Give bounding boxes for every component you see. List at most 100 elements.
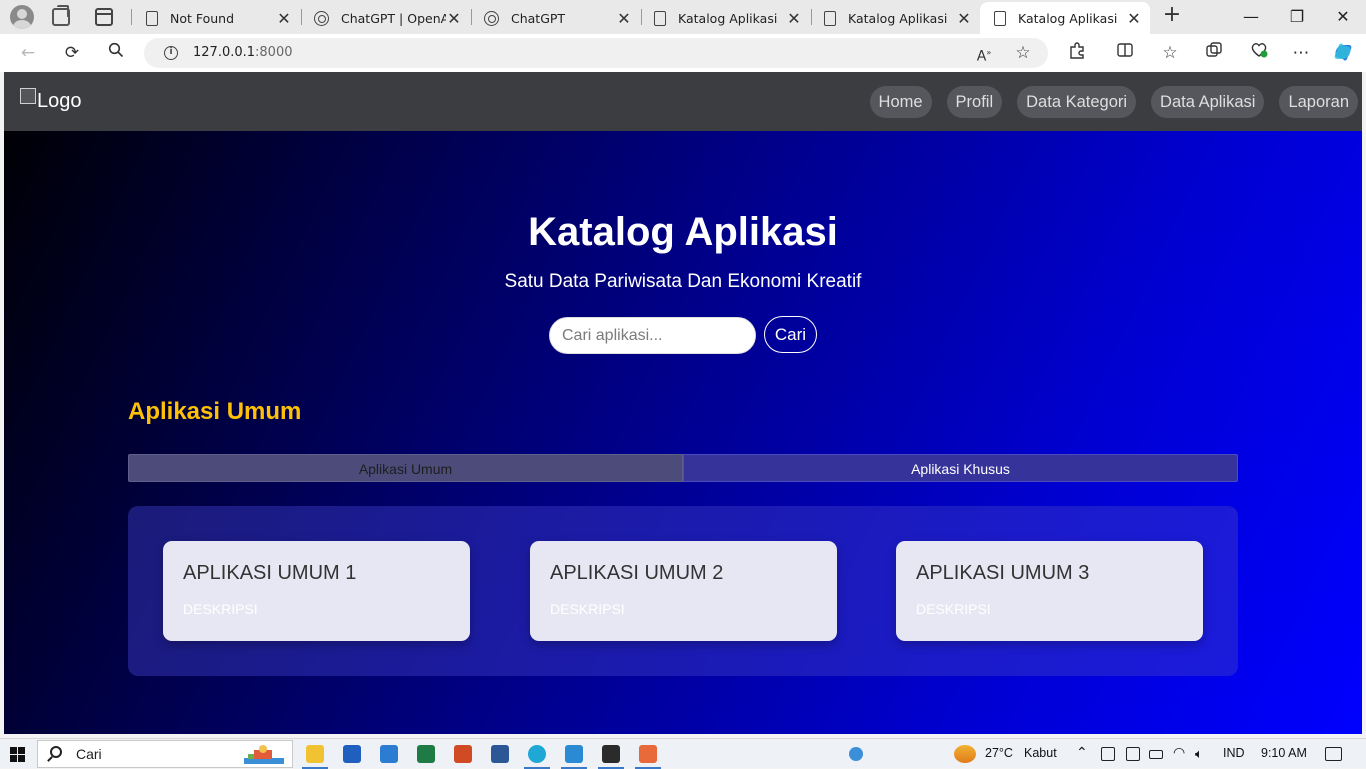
search-highlight-icon	[244, 745, 284, 764]
app-card[interactable]: APLIKASI UMUM 3 DESKRIPSI	[896, 541, 1203, 641]
card-description: DESKRIPSI	[550, 601, 625, 617]
browser-tab[interactable]: ChatGPT | OpenAI ✕	[300, 2, 470, 34]
favorite-star-icon[interactable]: ☆	[1011, 41, 1035, 65]
workspaces-icon[interactable]	[52, 5, 70, 26]
edge-icon[interactable]	[524, 745, 550, 769]
section-title: Aplikasi Umum	[128, 398, 302, 425]
favorites-icon[interactable]: ☆	[1158, 41, 1182, 65]
tab-title: Katalog Aplikasi	[1018, 10, 1118, 26]
copilot-icon[interactable]	[1331, 41, 1355, 65]
clock[interactable]: 9:10 AM	[1261, 746, 1307, 760]
windows-start-icon[interactable]	[10, 747, 25, 762]
notifications-icon[interactable]	[1325, 747, 1342, 761]
tab-title: Katalog Aplikasi	[848, 10, 948, 26]
language-indicator[interactable]: IND	[1223, 746, 1245, 760]
tray-app-icon[interactable]	[849, 747, 863, 761]
more-menu-icon[interactable]: ⋯	[1289, 41, 1313, 65]
tab-close-icon[interactable]: ✕	[276, 9, 292, 28]
meet-now-icon[interactable]	[1101, 747, 1115, 761]
file-explorer-icon[interactable]	[302, 745, 328, 769]
nav-laporan[interactable]: Laporan	[1279, 86, 1358, 118]
excel-icon[interactable]	[417, 745, 435, 763]
nav-links: Home Profil Data Kategori Data Aplikasi …	[855, 86, 1358, 118]
tab-title: ChatGPT | OpenAI	[341, 10, 446, 26]
browser-toolbar: ← ⟳ i 127.0.0.1:8000 A» ☆ ☆ ⋯	[0, 34, 1366, 72]
nav-profil[interactable]: Profil	[946, 86, 1003, 118]
terminal-icon[interactable]	[598, 745, 624, 769]
windows-taskbar: Cari 27°C Kabut ⌃ ◠ 🔈︎ IND 9:10 AM	[0, 738, 1366, 769]
card-title: APLIKASI UMUM 1	[183, 562, 357, 584]
close-window-icon[interactable]: ✕	[1320, 4, 1366, 30]
search-input[interactable]	[549, 317, 756, 354]
restore-icon[interactable]: ❐	[1274, 4, 1320, 30]
nav-home[interactable]: Home	[869, 86, 932, 118]
xampp-icon[interactable]	[635, 745, 661, 769]
taskbar-search[interactable]: Cari	[37, 740, 293, 768]
weather-condition[interactable]: Kabut	[1024, 746, 1057, 760]
tab-close-icon[interactable]: ✕	[1126, 9, 1142, 28]
vscode-icon[interactable]	[561, 745, 587, 769]
show-hidden-icons-icon[interactable]: ⌃	[1076, 744, 1088, 761]
weather-icon[interactable]	[954, 745, 976, 763]
app-card[interactable]: APLIKASI UMUM 1 DESKRIPSI	[163, 541, 470, 641]
page-icon	[146, 10, 158, 26]
new-tab-icon[interactable]: +	[1161, 4, 1183, 27]
powerpoint-icon[interactable]	[454, 745, 472, 763]
card-title: APLIKASI UMUM 2	[550, 562, 724, 584]
card-title: APLIKASI UMUM 3	[916, 562, 1090, 584]
weather-temp[interactable]: 27°C	[985, 746, 1013, 760]
display-icon[interactable]	[1126, 747, 1140, 761]
browser-tab[interactable]: Katalog Aplikasi ✕	[640, 2, 810, 34]
tab-close-icon[interactable]: ✕	[446, 9, 462, 28]
app-card[interactable]: APLIKASI UMUM 2 DESKRIPSI	[530, 541, 837, 641]
battery-icon[interactable]	[1149, 750, 1163, 759]
site-navbar: Logo Home Profil Data Kategori Data Apli…	[4, 72, 1362, 131]
nav-data-kategori[interactable]: Data Kategori	[1017, 86, 1137, 118]
broken-image-icon	[20, 88, 36, 104]
split-screen-icon[interactable]	[1113, 41, 1137, 65]
tab-aplikasi-khusus[interactable]: Aplikasi Khusus	[683, 454, 1238, 482]
page-icon	[654, 10, 666, 26]
read-aloud-icon[interactable]: A»	[972, 41, 996, 65]
tab-actions-icon[interactable]	[95, 8, 113, 26]
site-logo[interactable]: Logo	[20, 88, 82, 113]
site-info-icon[interactable]: i	[164, 46, 178, 60]
browser-tab[interactable]: ChatGPT ✕	[470, 2, 640, 34]
refresh-icon[interactable]: ⟳	[60, 41, 84, 65]
back-arrow-icon[interactable]: ←	[16, 41, 40, 65]
profile-avatar-icon[interactable]	[10, 5, 34, 29]
hero-subtitle: Satu Data Pariwisata Dan Ekonomi Kreatif	[504, 271, 862, 292]
wifi-icon[interactable]: ◠	[1173, 744, 1185, 761]
tab-close-icon[interactable]: ✕	[616, 9, 632, 28]
cards-panel: APLIKASI UMUM 1 DESKRIPSI APLIKASI UMUM …	[128, 506, 1238, 676]
tab-aplikasi-umum[interactable]: Aplikasi Umum	[128, 454, 683, 482]
page-viewport: Logo Home Profil Data Kategori Data Apli…	[4, 72, 1362, 734]
tab-close-icon[interactable]: ✕	[956, 9, 972, 28]
address-bar[interactable]: i 127.0.0.1:8000 A» ☆	[144, 38, 1048, 68]
tab-close-icon[interactable]: ✕	[786, 9, 802, 28]
word-icon[interactable]	[491, 745, 509, 763]
extensions-icon[interactable]	[1065, 41, 1089, 65]
hero-title: Katalog Aplikasi	[528, 210, 838, 254]
search-icon	[50, 746, 62, 758]
browser-tab[interactable]: Katalog Aplikasi ✕	[810, 2, 980, 34]
mail-icon[interactable]	[380, 745, 398, 763]
logo-alt-text: Logo	[37, 90, 82, 112]
search-button[interactable]: Cari	[764, 316, 817, 353]
browser-essentials-icon[interactable]	[1247, 41, 1271, 65]
minimize-icon[interactable]: —	[1228, 4, 1274, 30]
chatgpt-icon	[314, 10, 329, 26]
collections-icon[interactable]	[1202, 41, 1226, 65]
page-icon	[994, 10, 1006, 26]
browser-tab[interactable]: Not Found ✕	[132, 2, 300, 34]
chatgpt-icon	[484, 10, 499, 26]
card-description: DESKRIPSI	[183, 601, 258, 617]
browser-tab-active[interactable]: Katalog Aplikasi ✕	[980, 2, 1150, 34]
address-url: 127.0.0.1:8000	[193, 45, 293, 60]
nav-data-aplikasi[interactable]: Data Aplikasi	[1151, 86, 1265, 118]
page-icon	[824, 10, 836, 26]
search-icon[interactable]	[104, 41, 128, 65]
card-description: DESKRIPSI	[916, 601, 991, 617]
microsoft-store-icon[interactable]	[343, 745, 361, 763]
volume-icon[interactable]: 🔈︎	[1195, 746, 1203, 762]
